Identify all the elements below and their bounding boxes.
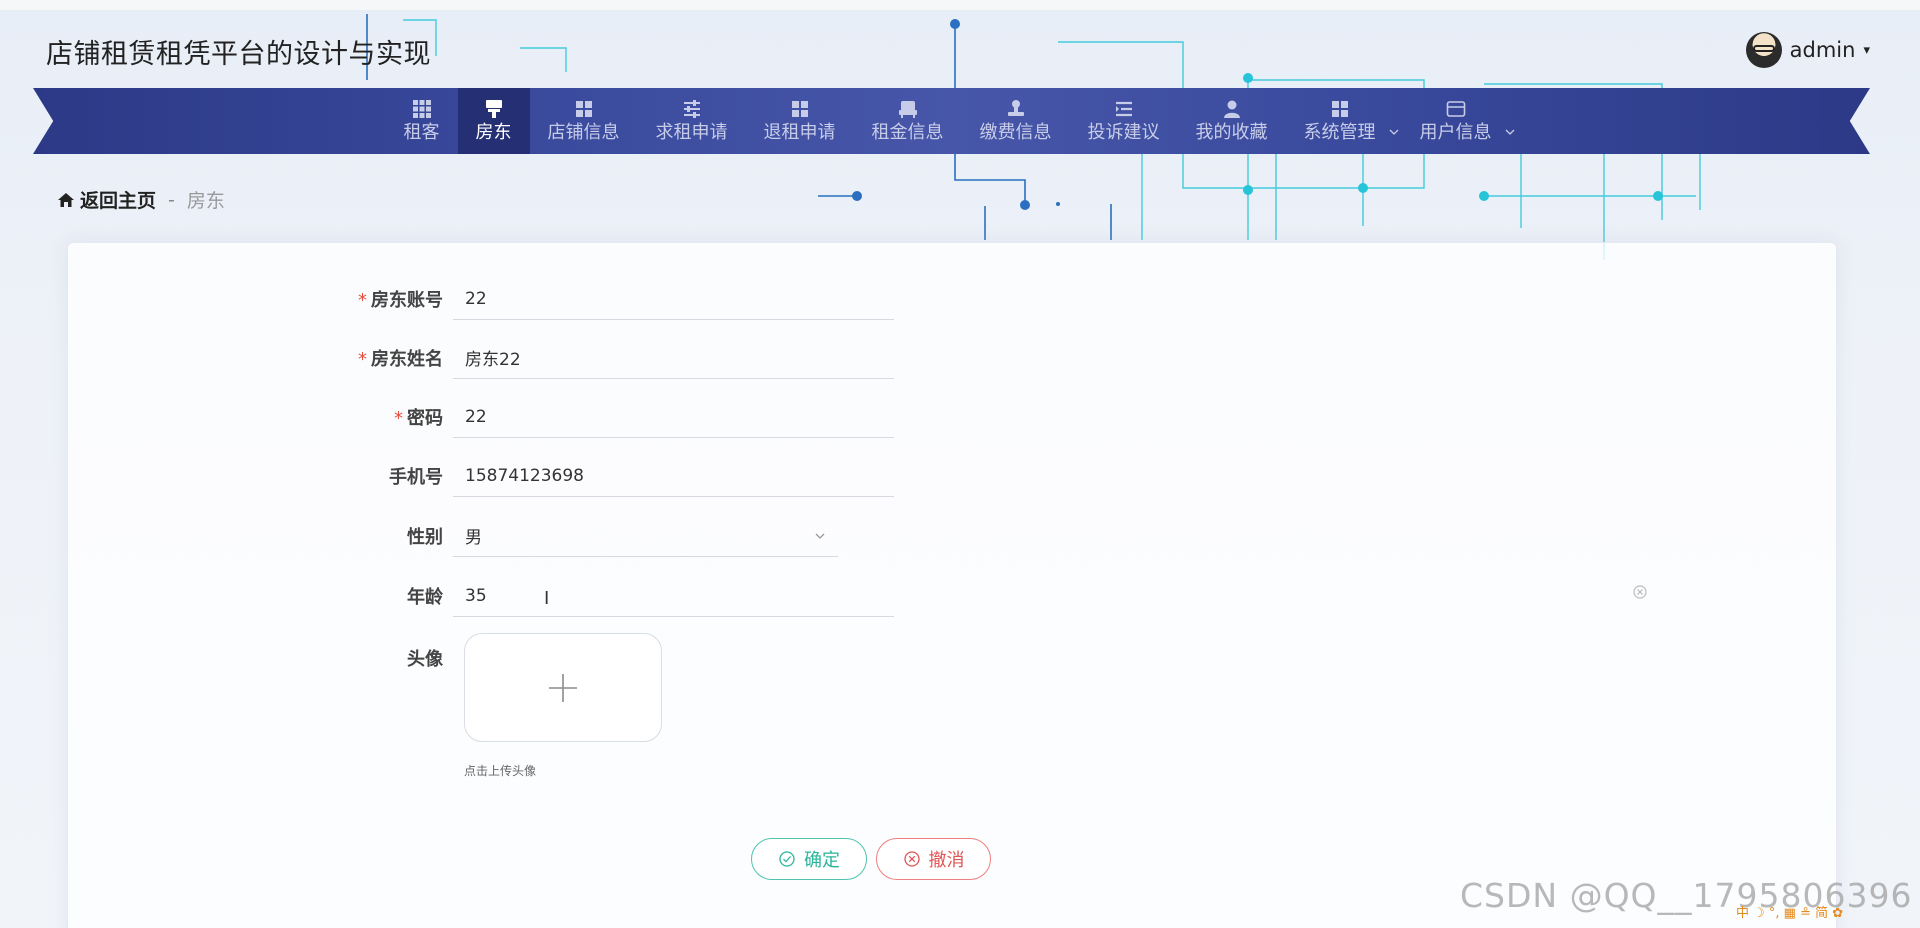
grid-icon — [412, 99, 431, 118]
password-label: * 密码 — [394, 408, 443, 429]
landlord-account-input[interactable] — [453, 278, 894, 320]
apps-icon — [1331, 100, 1348, 117]
user-menu[interactable]: admin ▾ — [1745, 30, 1870, 70]
password-input[interactable] — [453, 396, 894, 438]
chevron-down-icon — [1389, 129, 1398, 135]
sliders-icon — [683, 99, 700, 118]
close-circle-icon — [903, 851, 920, 867]
age-label: 年龄 — [407, 587, 443, 608]
form-row-password: * 密码 — [0, 395, 894, 439]
caret-down-icon: ▾ — [1863, 42, 1870, 58]
text-cursor-icon: I — [544, 588, 550, 609]
card-icon — [1446, 100, 1465, 117]
nav-item-shop-info[interactable]: 店铺信息 — [530, 88, 638, 154]
clear-circle-icon[interactable] — [1632, 584, 1648, 600]
brush-icon — [485, 99, 502, 118]
breadcrumb-home-link[interactable]: 返回主页 — [57, 186, 156, 213]
nav-item-return-request[interactable]: 退租申请 — [746, 88, 854, 154]
nav-item-landlord[interactable]: 房东 — [457, 88, 530, 154]
age-input[interactable] — [453, 575, 894, 617]
form-row-name: * 房东姓名 — [0, 336, 894, 380]
form-row-gender: 性别 男 — [0, 514, 838, 558]
nav-item-payment-info[interactable]: 缴费信息 — [962, 88, 1070, 154]
ime-toolbar[interactable]: 中 ☽ °, ▦ ≗ 简 ✿ — [1736, 902, 1843, 922]
form-row-account: * 房东账号 — [0, 277, 894, 321]
account-label: * 房东账号 — [358, 290, 443, 311]
user-avatar — [1745, 32, 1782, 68]
home-icon — [58, 192, 74, 207]
breadcrumb: 返回主页 - 房东 — [57, 186, 225, 213]
form-row-avatar: 头像 — [0, 633, 453, 677]
nav-item-rent-info[interactable]: 租金信息 — [854, 88, 962, 154]
gender-selected-value: 男 — [465, 528, 482, 548]
phone-label: 手机号 — [389, 467, 443, 488]
nav-item-system-management[interactable]: 系统管理 — [1286, 88, 1402, 154]
breadcrumb-current: 房东 — [186, 190, 225, 212]
avatar-upload-box[interactable] — [464, 633, 662, 742]
avatar-upload-hint: 点击上传头像 — [464, 764, 537, 778]
nav-item-my-favorites[interactable]: 我的收藏 — [1178, 88, 1286, 154]
main-navigation: 租客 房东 店铺信息 求租申请 退租申请 租金信息 缴费信息 投诉建议 我的收藏… — [33, 88, 1870, 154]
user-icon — [1223, 100, 1240, 118]
window-top-strip — [0, 0, 1920, 10]
phone-input[interactable] — [453, 455, 894, 497]
form-row-phone: 手机号 — [0, 454, 894, 498]
site-title: 店铺租赁租凭平台的设计与实现 — [46, 39, 431, 70]
sofa-icon — [898, 100, 917, 118]
landlord-name-input[interactable] — [453, 337, 894, 379]
chevron-down-icon — [1505, 129, 1514, 135]
gender-select[interactable]: 男 — [453, 515, 838, 557]
gender-label: 性别 — [407, 527, 443, 548]
chevron-down-icon — [815, 533, 825, 539]
cancel-button[interactable]: 撤消 — [876, 838, 991, 880]
apps-icon — [575, 100, 592, 117]
nav-item-user-info[interactable]: 用户信息 — [1402, 88, 1518, 154]
form-row-age: 年龄 — [0, 574, 894, 618]
nav-item-tenant[interactable]: 租客 — [386, 88, 458, 154]
nav-item-complaints[interactable]: 投诉建议 — [1070, 88, 1178, 154]
csdn-watermark: CSDN @QQ__1795806396 — [1460, 876, 1913, 915]
apps-icon — [791, 100, 808, 117]
plus-icon — [549, 673, 577, 702]
name-label: * 房东姓名 — [358, 349, 443, 370]
avatar-label: 头像 — [407, 649, 443, 670]
user-name: admin — [1789, 38, 1856, 62]
confirm-button[interactable]: 确定 — [751, 838, 867, 880]
stamp-icon — [1007, 99, 1024, 116]
breadcrumb-separator: - — [168, 188, 175, 211]
check-circle-icon — [779, 851, 795, 867]
list-icon — [1115, 101, 1132, 116]
nav-item-rent-request[interactable]: 求租申请 — [638, 88, 746, 154]
